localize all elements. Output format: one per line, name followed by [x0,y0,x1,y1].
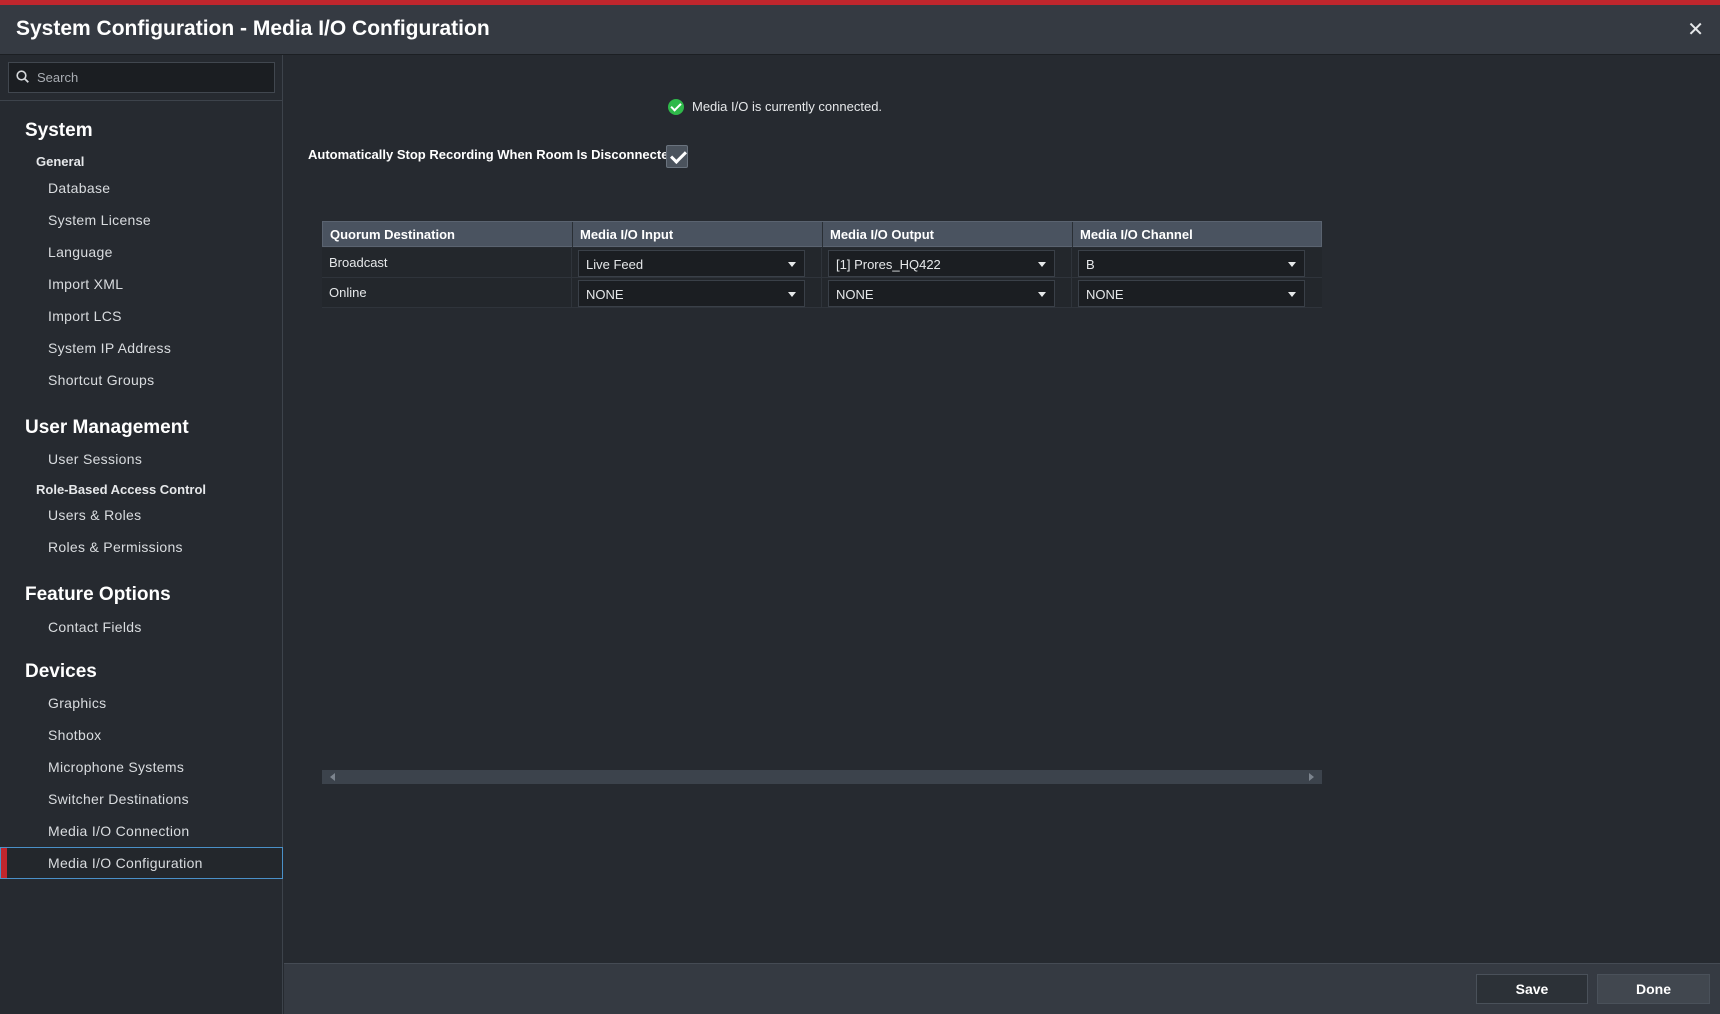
sidebar: System General Database System License L… [0,55,283,1014]
section-heading-devices: Devices [25,661,97,682]
save-button[interactable]: Save [1476,974,1588,1004]
sidebar-item-shotbox[interactable]: Shotbox [0,719,283,751]
input-dropdown[interactable]: Live Feed [578,250,805,277]
section-heading-user-management: User Management [25,417,189,438]
column-header[interactable]: Quorum Destination [323,222,573,247]
dropdown-value: [1] Prores_HQ422 [836,257,941,272]
auto-stop-label: Automatically Stop Recording When Room I… [308,147,677,162]
active-marker [1,848,7,878]
table-header: Quorum Destination Media I/O Input Media… [322,221,1322,247]
sidebar-item-contact-fields[interactable]: Contact Fields [0,611,283,643]
dropdown-value: NONE [836,287,874,302]
output-dropdown[interactable]: NONE [828,280,1055,307]
table-cell: Online [322,278,572,308]
sidebar-item-users-roles[interactable]: Users & Roles [0,499,283,531]
dropdown-value: Live Feed [586,257,644,272]
sidebar-item-import-xml[interactable]: Import XML [0,268,283,300]
column-header[interactable]: Media I/O Channel [1073,222,1323,247]
destination-label: Broadcast [329,255,388,270]
footer-bar: Save Done [284,963,1720,1014]
sidebar-item-roles-permissions[interactable]: Roles & Permissions [0,531,283,563]
done-button[interactable]: Done [1597,974,1710,1004]
sidebar-item-import-lcs[interactable]: Import LCS [0,300,283,332]
divider [0,100,283,101]
search-input[interactable] [37,63,269,92]
column-header[interactable]: Media I/O Output [823,222,1073,247]
dropdown-value: B [1086,257,1095,272]
destination-label: Online [329,285,367,300]
dropdown-value: NONE [586,287,624,302]
search-box[interactable] [8,62,275,93]
window-title: System Configuration - Media I/O Configu… [16,17,490,40]
table-cell: [1] Prores_HQ422 [822,248,1072,278]
close-icon[interactable]: ✕ [1687,17,1704,42]
table-cell: Broadcast [322,248,572,278]
section-heading-feature-options: Feature Options [25,584,171,605]
sidebar-item-media-io-configuration[interactable]: Media I/O Configuration [0,847,283,879]
scroll-left-icon[interactable] [330,773,335,781]
channel-dropdown[interactable]: NONE [1078,280,1305,307]
input-dropdown[interactable]: NONE [578,280,805,307]
table-row: Online NONE NONE NONE [322,278,1322,308]
sidebar-item-shortcut-groups[interactable]: Shortcut Groups [0,364,283,396]
sidebar-item-system-ip-address[interactable]: System IP Address [0,332,283,364]
window-header: System Configuration - Media I/O Configu… [0,5,1720,55]
column-header[interactable]: Media I/O Input [573,222,823,247]
sidebar-item-system-license[interactable]: System License [0,204,283,236]
main-panel: Media I/O is currently connected. Automa… [284,55,1720,963]
sidebar-item-database[interactable]: Database [0,172,283,204]
caret-down-icon [1038,262,1046,267]
caret-down-icon [1038,292,1046,297]
subheading-general: General [36,154,85,169]
sidebar-item-language[interactable]: Language [0,236,283,268]
channel-dropdown[interactable]: B [1078,250,1305,277]
subheading-rbac: Role-Based Access Control [36,482,207,497]
table-cell: NONE [822,278,1072,308]
table-row: Broadcast Live Feed [1] Prores_HQ422 B [322,248,1322,278]
table-cell: B [1072,248,1322,278]
horizontal-scrollbar[interactable] [322,770,1322,784]
scroll-right-icon[interactable] [1309,773,1314,781]
table-cell: Live Feed [572,248,822,278]
caret-down-icon [1288,262,1296,267]
dropdown-value: NONE [1086,287,1124,302]
table-cell: NONE [1072,278,1322,308]
sidebar-item-label: Media I/O Configuration [48,855,203,871]
sidebar-item-graphics[interactable]: Graphics [0,687,283,719]
output-dropdown[interactable]: [1] Prores_HQ422 [828,250,1055,277]
status-text: Media I/O is currently connected. [692,99,883,114]
sidebar-item-user-sessions[interactable]: User Sessions [0,443,283,475]
caret-down-icon [788,292,796,297]
sidebar-item-switcher-destinations[interactable]: Switcher Destinations [0,783,283,815]
section-heading-system: System [25,120,93,141]
sidebar-item-microphone-systems[interactable]: Microphone Systems [0,751,283,783]
caret-down-icon [788,262,796,267]
search-icon [16,70,29,83]
sidebar-item-media-io-connection[interactable]: Media I/O Connection [0,815,283,847]
check-circle-icon [668,99,684,115]
table-cell: NONE [572,278,822,308]
auto-stop-checkbox[interactable] [666,145,688,168]
caret-down-icon [1288,292,1296,297]
